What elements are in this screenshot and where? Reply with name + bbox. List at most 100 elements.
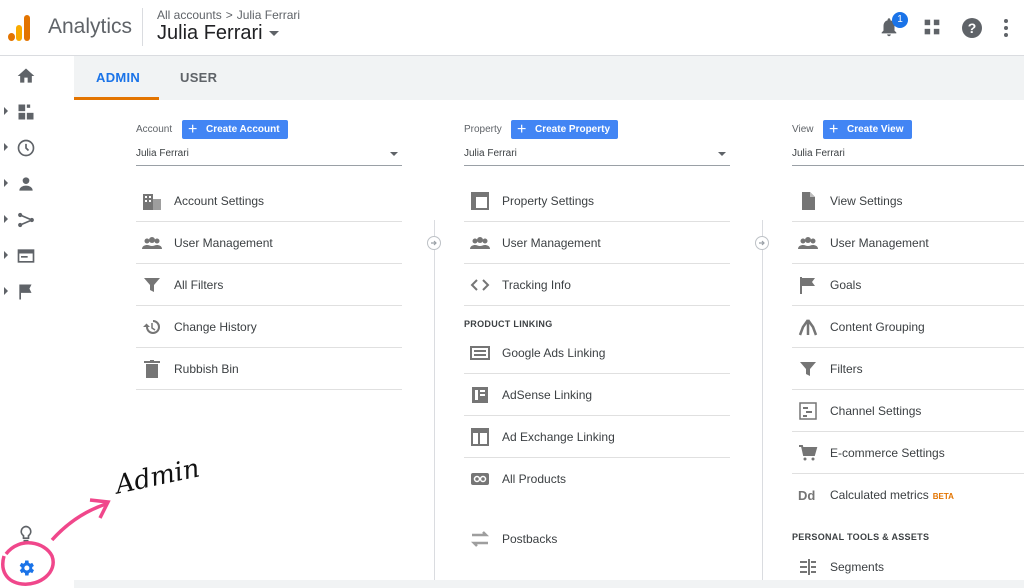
create-view-button[interactable]: + Create View	[823, 120, 912, 139]
ad-exchange-linking-item[interactable]: Ad Exchange Linking	[464, 416, 730, 458]
flag-icon	[800, 277, 815, 294]
nav-acquisition[interactable]	[0, 204, 52, 234]
chevron-down-icon	[268, 31, 279, 37]
column-divider	[434, 220, 435, 580]
property-settings-item[interactable]: Property Settings	[464, 180, 730, 222]
tracking-info-item[interactable]: Tracking Info	[464, 264, 730, 306]
admin-tabs: ADMIN USER	[74, 56, 1024, 100]
nav-realtime[interactable]	[0, 132, 52, 162]
filter-icon	[800, 362, 816, 376]
item-label: Change History	[174, 320, 257, 334]
property-label: Property	[464, 124, 502, 135]
notification-badge: 1	[892, 12, 908, 28]
create-account-button[interactable]: + Create Account	[182, 120, 288, 139]
item-label: Calculated metrics	[830, 488, 929, 502]
account-user-management-item[interactable]: User Management	[136, 222, 402, 264]
breadcrumb-current[interactable]: Julia Ferrari	[237, 8, 300, 22]
trash-icon	[144, 360, 160, 378]
item-label: User Management	[502, 236, 601, 250]
google-ads-linking-item[interactable]: Google Ads Linking	[464, 332, 730, 374]
view-select[interactable]: Julia Ferrari	[792, 148, 1024, 166]
tab-admin[interactable]: ADMIN	[96, 70, 140, 85]
content-grouping-item[interactable]: Content Grouping	[792, 306, 1024, 348]
help-icon[interactable]: ?	[960, 16, 984, 40]
view-settings-item[interactable]: View Settings	[792, 180, 1024, 222]
building-icon	[143, 194, 161, 210]
all-products-item[interactable]: All Products	[464, 458, 730, 500]
cart-icon	[799, 445, 818, 461]
column-divider	[762, 220, 763, 580]
file-icon	[802, 192, 815, 210]
item-label: Account Settings	[174, 194, 265, 208]
channel-icon	[799, 402, 817, 420]
account-select[interactable]: Julia Ferrari	[136, 148, 402, 166]
goals-item[interactable]: Goals	[792, 264, 1024, 306]
plus-icon: +	[517, 121, 527, 138]
create-account-label: Create Account	[206, 124, 280, 135]
rubbish-bin-item[interactable]: Rubbish Bin	[136, 348, 402, 390]
top-bar: Analytics All accounts > Julia Ferrari Jul…	[0, 0, 1024, 56]
item-label: Property Settings	[502, 194, 595, 208]
plus-icon: +	[188, 121, 198, 138]
property-select[interactable]: Julia Ferrari	[464, 148, 730, 166]
main-content: ADMIN USER Account + Create Account Julia…	[74, 56, 1024, 588]
item-label: Tracking Info	[502, 278, 571, 292]
window-icon	[471, 428, 489, 446]
item-label: Rubbish Bin	[174, 362, 239, 376]
item-label: All Products	[502, 472, 567, 486]
create-property-label: Create Property	[535, 124, 611, 135]
grouping-icon	[798, 319, 818, 336]
adsense-icon	[472, 387, 488, 403]
view-filters-item[interactable]: Filters	[792, 348, 1024, 390]
nav-behaviour[interactable]	[0, 240, 52, 270]
channel-settings-item[interactable]: Channel Settings	[792, 390, 1024, 432]
breadcrumb[interactable]: All accounts > Julia Ferrari	[157, 8, 300, 22]
account-settings-item[interactable]: Account Settings	[136, 180, 402, 222]
property-user-management-item[interactable]: User Management	[464, 222, 730, 264]
all-filters-item[interactable]: All Filters	[136, 264, 402, 306]
app-name: Analytics	[48, 15, 133, 38]
nav-customization[interactable]	[0, 96, 52, 126]
item-label: AdSense Linking	[502, 388, 593, 402]
adsense-linking-item[interactable]: AdSense Linking	[464, 374, 730, 416]
view-user-management-item[interactable]: User Management	[792, 222, 1024, 264]
account-label: Account	[136, 124, 173, 135]
window-icon	[471, 192, 489, 210]
dropdown-arrow-icon	[718, 152, 726, 156]
create-view-label: Create View	[847, 124, 904, 135]
postbacks-item[interactable]: Postbacks	[464, 518, 730, 560]
nav-conversions[interactable]	[0, 276, 52, 306]
product-linking-heading: PRODUCT LINKING	[464, 319, 553, 329]
arrow-circle-icon	[427, 236, 441, 250]
analytics-logo-icon[interactable]	[8, 13, 32, 41]
item-label: Filters	[830, 362, 863, 376]
segments-item[interactable]: Segments	[792, 546, 1024, 588]
item-label: Goals	[830, 278, 862, 292]
admin-panel: Account + Create Account Julia Ferrari Ac…	[74, 100, 1024, 580]
ecommerce-settings-item[interactable]: E-commerce Settings	[792, 432, 1024, 474]
segments-icon	[800, 559, 816, 575]
people-icon	[142, 237, 162, 249]
item-label: Segments	[830, 560, 885, 574]
nav-home[interactable]	[0, 60, 52, 90]
behaviour-icon	[17, 249, 35, 263]
more-vert-icon[interactable]	[1000, 16, 1024, 40]
breadcrumb-root[interactable]: All accounts	[157, 8, 222, 22]
nav-audience[interactable]	[0, 168, 52, 198]
arrow-circle-icon	[755, 236, 769, 250]
svg-text:Dd: Dd	[798, 488, 815, 503]
calculated-metrics-item[interactable]: Dd Calculated metrics BETA	[792, 474, 1024, 516]
account-name: Julia Ferrari	[157, 22, 263, 44]
clock-icon	[17, 139, 35, 157]
account-selector[interactable]: Julia Ferrari	[157, 22, 279, 45]
apps-grid-icon[interactable]	[921, 16, 945, 40]
people-icon	[470, 237, 490, 249]
change-history-item[interactable]: Change History	[136, 306, 402, 348]
dd-icon: Dd	[798, 488, 815, 503]
item-label: User Management	[830, 236, 929, 250]
property-select-value: Julia Ferrari	[464, 148, 517, 159]
create-property-button[interactable]: + Create Property	[511, 120, 619, 139]
history-icon	[143, 320, 160, 334]
flag-icon	[19, 284, 32, 300]
tab-user[interactable]: USER	[180, 70, 217, 85]
